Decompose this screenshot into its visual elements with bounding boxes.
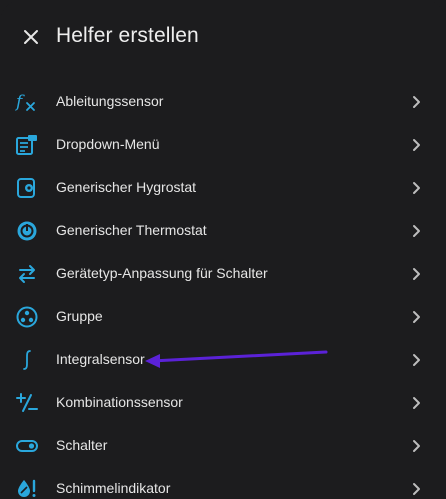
chevron-right-icon — [413, 268, 420, 280]
helper-item-dropdown-menu[interactable]: Dropdown-Menü — [0, 123, 446, 166]
helper-item-label: Gerätetyp-Anpassung für Schalter — [56, 265, 268, 281]
chevron-right-icon — [413, 354, 420, 366]
thermostat-icon — [15, 219, 39, 243]
helper-item-label: Generischer Thermostat — [56, 222, 207, 238]
helper-item-combination-sensor[interactable]: Kombinationssensor — [0, 381, 446, 424]
chevron-right-icon — [413, 96, 420, 108]
svg-text:f: f — [15, 92, 25, 112]
dialog-title: Helfer erstellen — [56, 24, 199, 47]
chevron-right-icon — [413, 139, 420, 151]
helper-item-integral-sensor[interactable]: Integralsensor — [0, 338, 446, 381]
close-button[interactable] — [14, 20, 48, 54]
close-icon — [24, 30, 38, 44]
helper-item-label: Schimmelindikator — [56, 480, 171, 496]
helper-item-label: Kombinationssensor — [56, 394, 183, 410]
create-helper-dialog: Helfer erstellen f Ableitungssensor Drop… — [0, 0, 446, 499]
derivative-fx-icon: f — [15, 90, 39, 114]
chevron-right-icon — [413, 225, 420, 237]
helper-item-label: Gruppe — [56, 308, 103, 324]
chevron-right-icon — [413, 440, 420, 452]
helper-item-label: Schalter — [56, 437, 108, 453]
chevron-right-icon — [413, 483, 420, 495]
chevron-right-icon — [413, 397, 420, 409]
chevron-right-icon — [413, 182, 420, 194]
mold-drop-icon — [15, 477, 39, 499]
dialog-header: Helfer erstellen — [0, 0, 446, 74]
helper-item-mold-indicator[interactable]: Schimmelindikator — [0, 467, 446, 499]
helper-item-generic-hygrostat[interactable]: Generischer Hygrostat — [0, 166, 446, 209]
toggle-switch-icon — [15, 434, 39, 458]
helper-item-label: Generischer Hygrostat — [56, 179, 197, 195]
helper-item-toggle[interactable]: Schalter — [0, 424, 446, 467]
integral-icon — [15, 348, 39, 372]
chevron-right-icon — [413, 311, 420, 323]
helper-item-derivative-sensor[interactable]: f Ableitungssensor — [0, 80, 446, 123]
helper-item-generic-thermostat[interactable]: Generischer Thermostat — [0, 209, 446, 252]
helper-item-label: Integralsensor — [56, 351, 145, 367]
group-circle-icon — [15, 305, 39, 329]
helper-list: f Ableitungssensor Dropdown-Menü Generis… — [0, 80, 446, 499]
form-dropdown-icon — [15, 133, 39, 157]
helper-item-label: Ableitungssensor — [56, 93, 164, 109]
plus-minus-icon — [15, 391, 39, 415]
swap-arrows-icon — [15, 262, 39, 286]
helper-item-group[interactable]: Gruppe — [0, 295, 446, 338]
helper-item-switch-as-x[interactable]: Gerätetyp-Anpassung für Schalter — [0, 252, 446, 295]
hygrostat-icon — [15, 176, 39, 200]
helper-item-label: Dropdown-Menü — [56, 136, 160, 152]
